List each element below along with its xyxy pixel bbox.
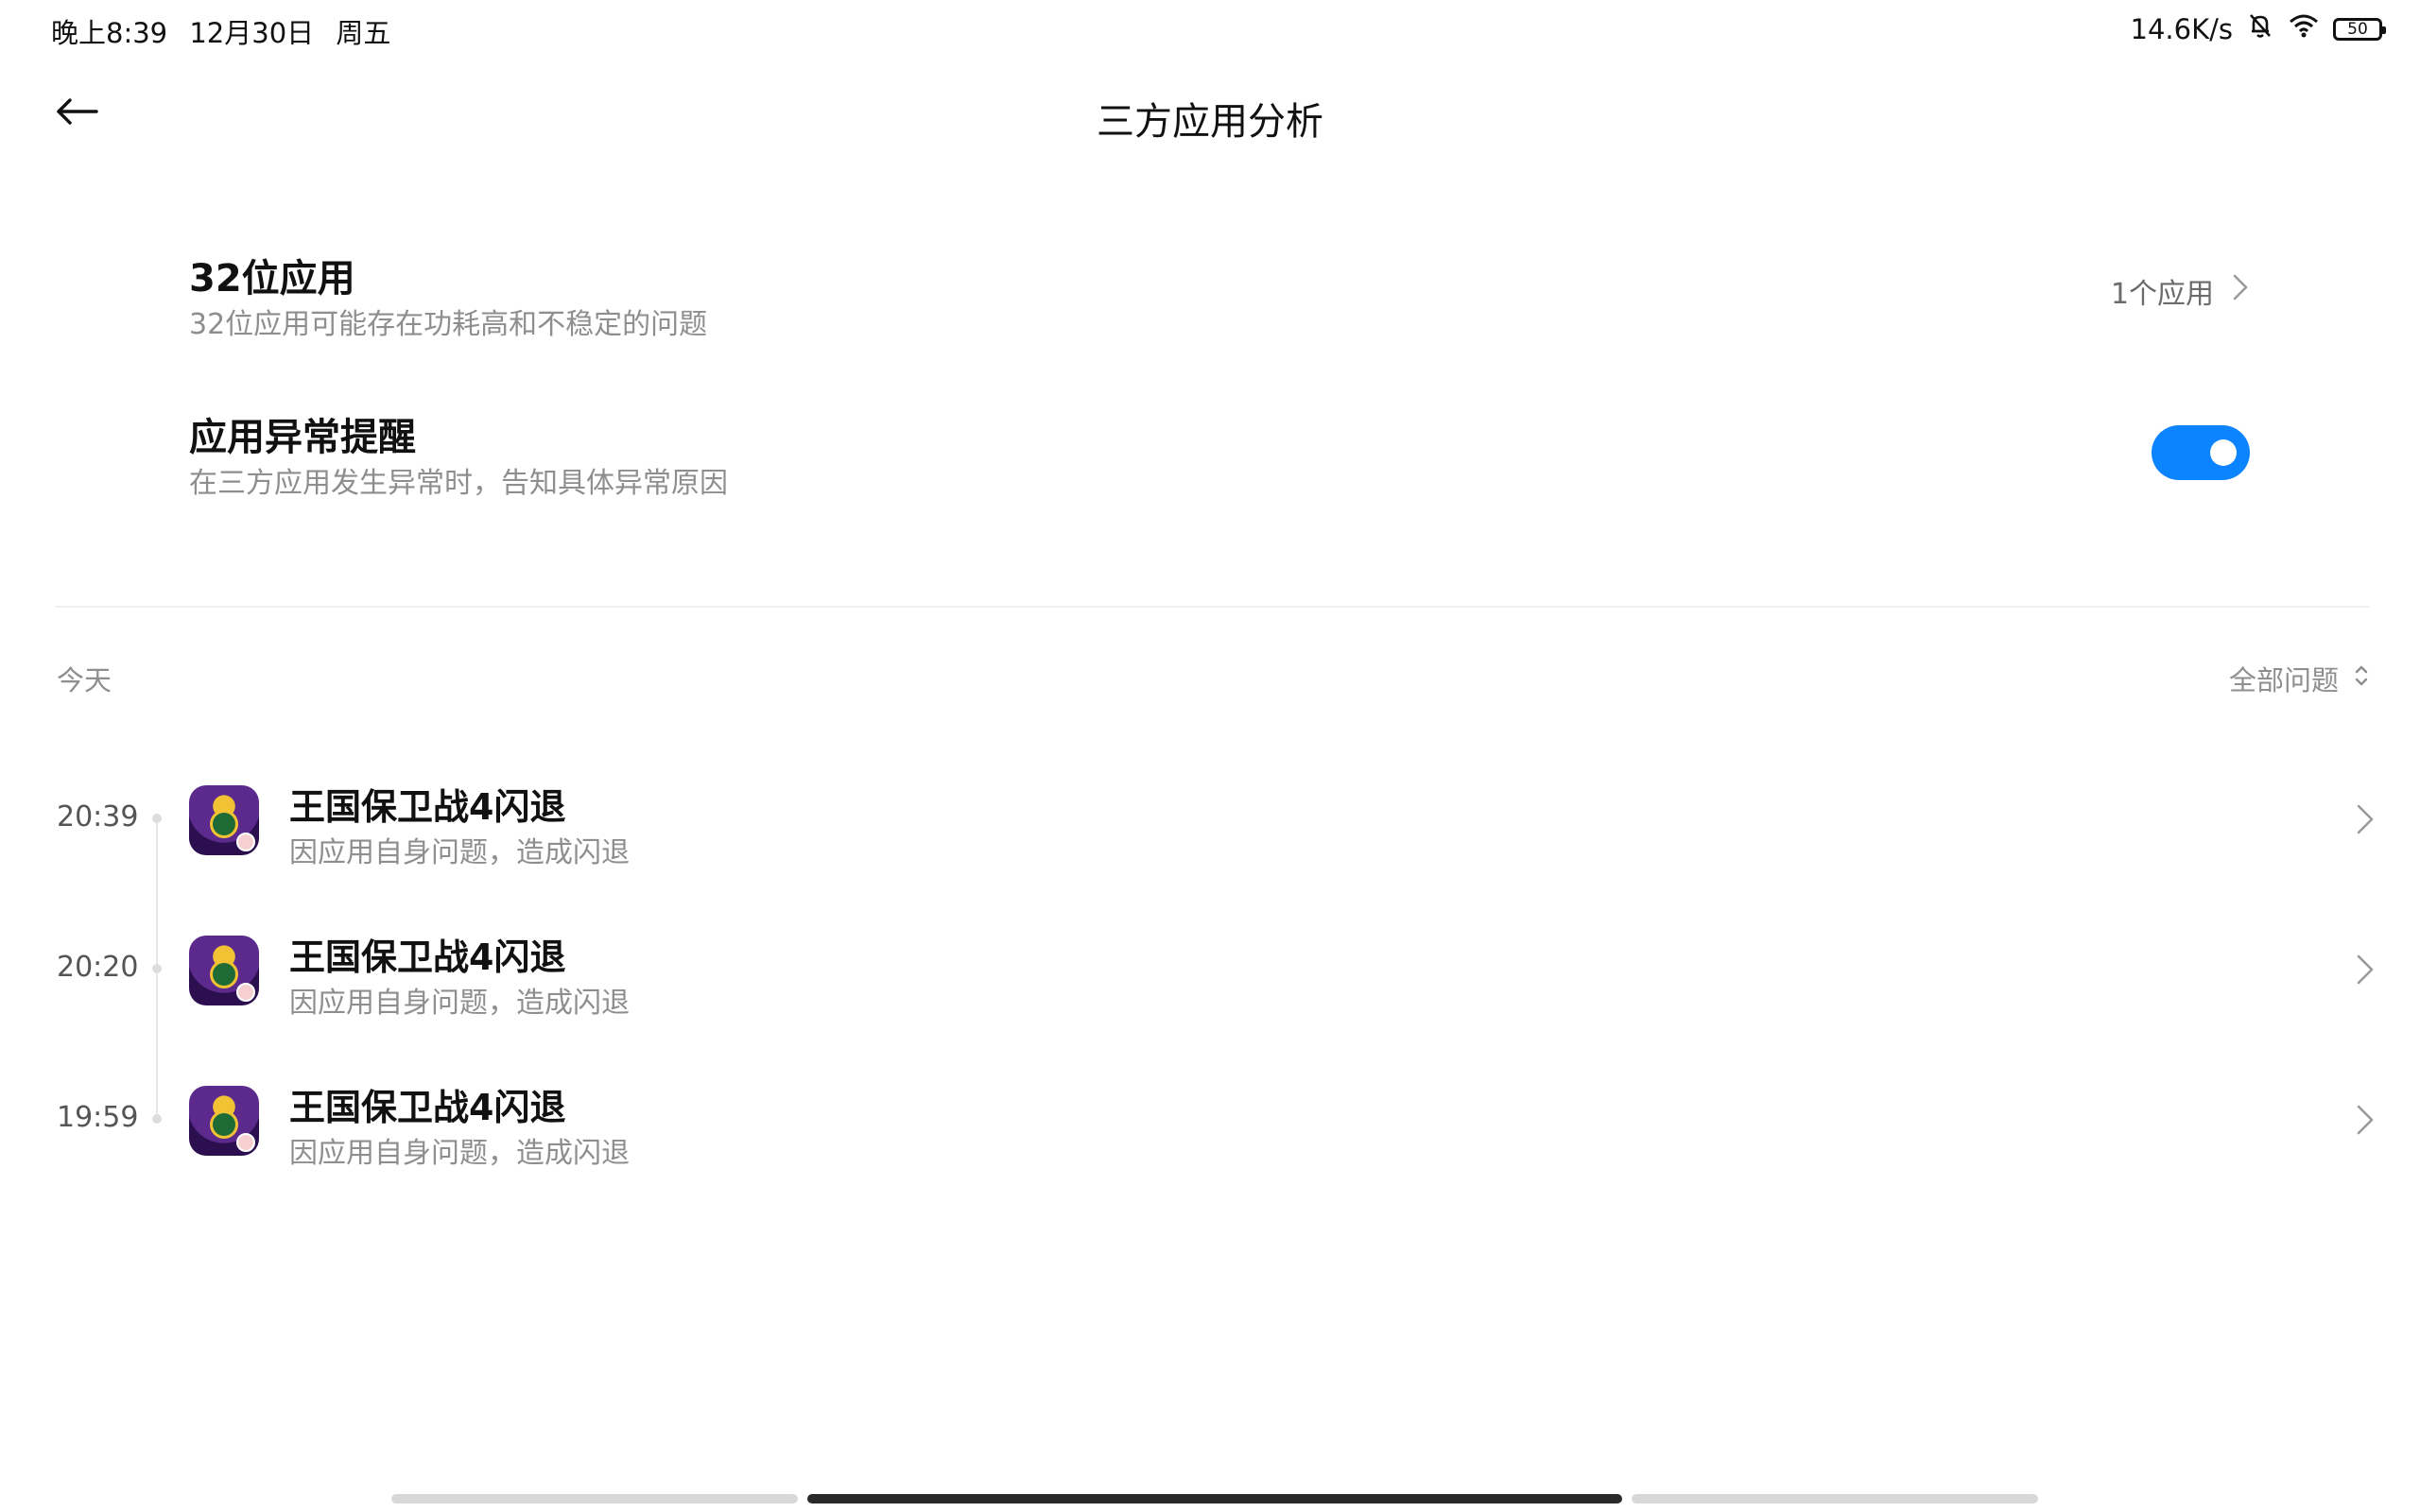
chevron-right-icon — [2354, 802, 2377, 836]
status-left: 晚上8:39 12月30日 周五 — [51, 11, 404, 51]
status-date: 12月30日 — [189, 17, 315, 49]
app-icon — [189, 785, 259, 855]
timeline-dot — [152, 1114, 162, 1124]
pager-indicator-active — [807, 1494, 1622, 1503]
wifi-icon — [2288, 12, 2320, 45]
event-description: 因应用自身问题，造成闪退 — [289, 1137, 630, 1170]
status-right: 14.6K/s 50 — [2130, 11, 2386, 46]
section-label-today: 今天 — [57, 664, 112, 696]
event-time: 20:39 — [57, 800, 139, 833]
app-icon-face — [210, 810, 238, 838]
pager-indicator-right — [1632, 1494, 2038, 1503]
crash-event-row[interactable]: 19:59 王国保卫战4闪退 因应用自身问题，造成闪退 — [0, 1059, 2420, 1182]
setting-32bit-title: 32位应用 — [189, 257, 355, 301]
crash-event-row[interactable]: 20:39 王国保卫战4闪退 因应用自身问题，造成闪退 — [0, 759, 2420, 882]
event-description: 因应用自身问题，造成闪退 — [289, 836, 630, 869]
event-time: 19:59 — [57, 1101, 139, 1134]
chevron-right-icon — [2354, 953, 2377, 987]
issue-filter-button[interactable]: 全部问题 — [2229, 659, 2369, 698]
app-icon — [189, 1086, 259, 1156]
app-icon-badge — [236, 1133, 255, 1152]
event-title: 王国保卫战4闪退 — [289, 936, 566, 978]
crash-event-row[interactable]: 20:20 王国保卫战4闪退 因应用自身问题，造成闪退 — [0, 909, 2420, 1032]
setting-anomaly-alert: 应用异常提醒 在三方应用发生异常时，告知具体异常原因 — [189, 406, 2250, 520]
setting-32bit-count: 1个应用 — [2110, 278, 2214, 311]
status-weekday: 周五 — [336, 17, 391, 49]
sort-updown-icon — [2354, 662, 2369, 696]
app-icon-badge — [236, 833, 255, 851]
pager-indicator-left — [391, 1494, 798, 1503]
toggle-knob — [2210, 439, 2237, 466]
setting-32bit-apps[interactable]: 32位应用 32位应用可能存在功耗高和不稳定的问题 1个应用 — [189, 248, 2250, 361]
timeline-dot — [152, 814, 162, 823]
header: 三方应用分析 — [0, 76, 2420, 151]
chevron-right-icon — [2354, 1103, 2377, 1137]
app-icon — [189, 936, 259, 1005]
timeline-dot — [152, 964, 162, 973]
divider — [55, 606, 2369, 608]
battery-icon: 50 — [2333, 17, 2386, 41]
event-time: 20:20 — [57, 951, 139, 984]
issue-filter-label: 全部问题 — [2228, 664, 2339, 696]
app-icon-badge — [236, 983, 255, 1002]
bell-muted-icon — [2246, 11, 2274, 46]
status-time: 晚上8:39 — [51, 17, 168, 49]
battery-level: 50 — [2347, 19, 2368, 39]
setting-anomaly-title: 应用异常提醒 — [189, 416, 416, 459]
status-bar: 晚上8:39 12月30日 周五 14.6K/s 50 — [0, 0, 2420, 60]
app-icon-face — [210, 1110, 238, 1139]
event-description: 因应用自身问题，造成闪退 — [289, 987, 630, 1020]
event-title: 王国保卫战4闪退 — [289, 786, 566, 828]
setting-anomaly-description: 在三方应用发生异常时，告知具体异常原因 — [189, 467, 728, 500]
anomaly-alert-toggle[interactable] — [2152, 425, 2250, 480]
event-title: 王国保卫战4闪退 — [289, 1087, 566, 1128]
setting-32bit-value: 1个应用 — [2111, 270, 2250, 312]
chevron-right-icon — [2231, 272, 2250, 310]
network-speed: 14.6K/s — [2130, 12, 2233, 45]
app-icon-face — [210, 960, 238, 988]
setting-32bit-description: 32位应用可能存在功耗高和不稳定的问题 — [189, 308, 708, 341]
page-title: 三方应用分析 — [1097, 100, 1323, 144]
